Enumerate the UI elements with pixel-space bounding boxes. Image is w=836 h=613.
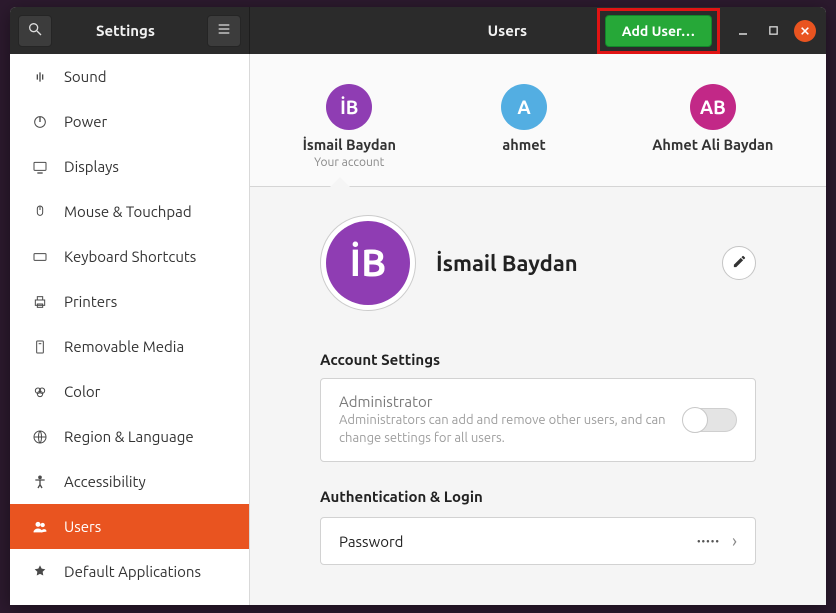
administrator-row: Administrator Administrators can add and… (320, 378, 756, 462)
toggle-knob (682, 407, 708, 433)
user-chip-name: Ahmet Ali Baydan (652, 136, 773, 153)
sidebar-item-defaults[interactable]: Default Applications (10, 549, 249, 594)
add-user-button[interactable]: Add User… (605, 15, 712, 47)
avatar: AB (690, 84, 736, 130)
pencil-icon (732, 254, 747, 273)
sidebar-item-mouse[interactable]: Mouse & Touchpad (10, 189, 249, 234)
sidebar-item-keyboard[interactable]: Keyboard Shortcuts (10, 234, 249, 279)
administrator-toggle[interactable] (683, 408, 737, 432)
sidebar-item-label: Power (64, 113, 107, 130)
user-chip[interactable]: Aahmet (501, 84, 547, 153)
user-chip[interactable]: AB Ahmet Ali Baydan (652, 84, 773, 153)
window-body: Sound Power Displays Mouse & Touchpad Keyboa… (10, 54, 826, 605)
content-pane: İB İsmail Baydan Your account Aahmet AB Ahmet… (250, 54, 826, 605)
media-icon (32, 339, 50, 355)
sidebar-item-label: Displays (64, 158, 119, 175)
sidebar-item-label: Default Applications (64, 563, 201, 580)
admin-text: Administrator Administrators can add and… (339, 393, 683, 447)
region-icon (32, 429, 50, 445)
sidebar-item-color[interactable]: Color (10, 369, 249, 414)
search-icon (27, 21, 43, 41)
sidebar-item-printers[interactable]: Printers (10, 279, 249, 324)
panel-title: Users (250, 22, 585, 39)
hamburger-icon (216, 21, 232, 41)
sidebar-item-power[interactable]: Power (10, 99, 249, 144)
password-label: Password (339, 533, 697, 550)
password-mask: ••••• (697, 536, 720, 547)
user-chip-name: İsmail Baydan (303, 136, 396, 153)
avatar-large: İB (326, 221, 410, 305)
settings-window: Settings Users Add User… Sound Power Displ… (10, 7, 826, 605)
keyboard-icon (32, 249, 50, 265)
minimize-button[interactable] (734, 22, 752, 40)
sidebar-item-region[interactable]: Region & Language (10, 414, 249, 459)
app-title: Settings (52, 22, 199, 39)
sidebar-item-datetime[interactable]: Date & Time (10, 594, 249, 605)
avatar: A (501, 84, 547, 130)
sidebar-item-label: Sound (64, 68, 107, 85)
mouse-icon (32, 204, 50, 220)
admin-description: Administrators can add and remove other … (339, 412, 669, 447)
auth-heading: Authentication & Login (320, 488, 756, 505)
user-chip[interactable]: İB İsmail Baydan Your account (303, 84, 396, 169)
sidebar-item-label: Region & Language (64, 428, 194, 445)
defaults-icon (32, 564, 50, 580)
sidebar-item-accessibility[interactable]: Accessibility (10, 459, 249, 504)
sidebar-item-label: Color (64, 383, 100, 400)
sidebar-item-label: Removable Media (64, 338, 184, 355)
user-detail: İB İsmail Baydan Account Settings Admini… (250, 187, 826, 565)
chevron-right-icon: › (732, 531, 737, 551)
password-row[interactable]: Password ••••• › (320, 517, 756, 565)
sidebar-item-label: Printers (64, 293, 117, 310)
headerbar-left: Settings (10, 7, 250, 54)
avatar: İB (326, 84, 372, 130)
profile-name: İsmail Baydan (436, 251, 702, 276)
avatar-button[interactable]: İB (320, 215, 416, 311)
close-button[interactable] (794, 20, 816, 42)
edit-name-button[interactable] (722, 246, 756, 280)
users-strip: İB İsmail Baydan Your account Aahmet AB Ahmet… (250, 54, 826, 187)
sidebar-item-label: Users (64, 518, 101, 535)
accessibility-icon (32, 474, 50, 490)
add-user-wrap: Add User… (605, 15, 712, 47)
power-icon (32, 114, 50, 130)
admin-title: Administrator (339, 393, 683, 410)
maximize-button[interactable] (764, 22, 782, 40)
sidebar-item-label: Mouse & Touchpad (64, 203, 192, 220)
sidebar-item-displays[interactable]: Displays (10, 144, 249, 189)
sidebar-item-label: Accessibility (64, 473, 146, 490)
color-icon (32, 384, 50, 400)
selected-user-indicator (330, 177, 350, 187)
user-chip-name: ahmet (502, 136, 545, 153)
search-button[interactable] (18, 15, 52, 47)
sidebar-item-users[interactable]: Users (10, 504, 249, 549)
user-chip-sub: Your account (314, 156, 384, 169)
account-settings-heading: Account Settings (320, 351, 756, 368)
menu-button[interactable] (207, 15, 241, 47)
sidebar[interactable]: Sound Power Displays Mouse & Touchpad Keyboa… (10, 54, 250, 605)
sidebar-item-label: Keyboard Shortcuts (64, 248, 196, 265)
printers-icon (32, 294, 50, 310)
users-icon (32, 519, 50, 535)
sidebar-item-media[interactable]: Removable Media (10, 324, 249, 369)
sidebar-item-sound[interactable]: Sound (10, 54, 249, 99)
headerbar: Settings Users Add User… (10, 7, 826, 54)
headerbar-right: Users Add User… (250, 7, 826, 54)
displays-icon (32, 159, 50, 175)
window-controls (734, 20, 816, 42)
profile-row: İB İsmail Baydan (320, 215, 756, 311)
sound-icon (32, 69, 50, 85)
